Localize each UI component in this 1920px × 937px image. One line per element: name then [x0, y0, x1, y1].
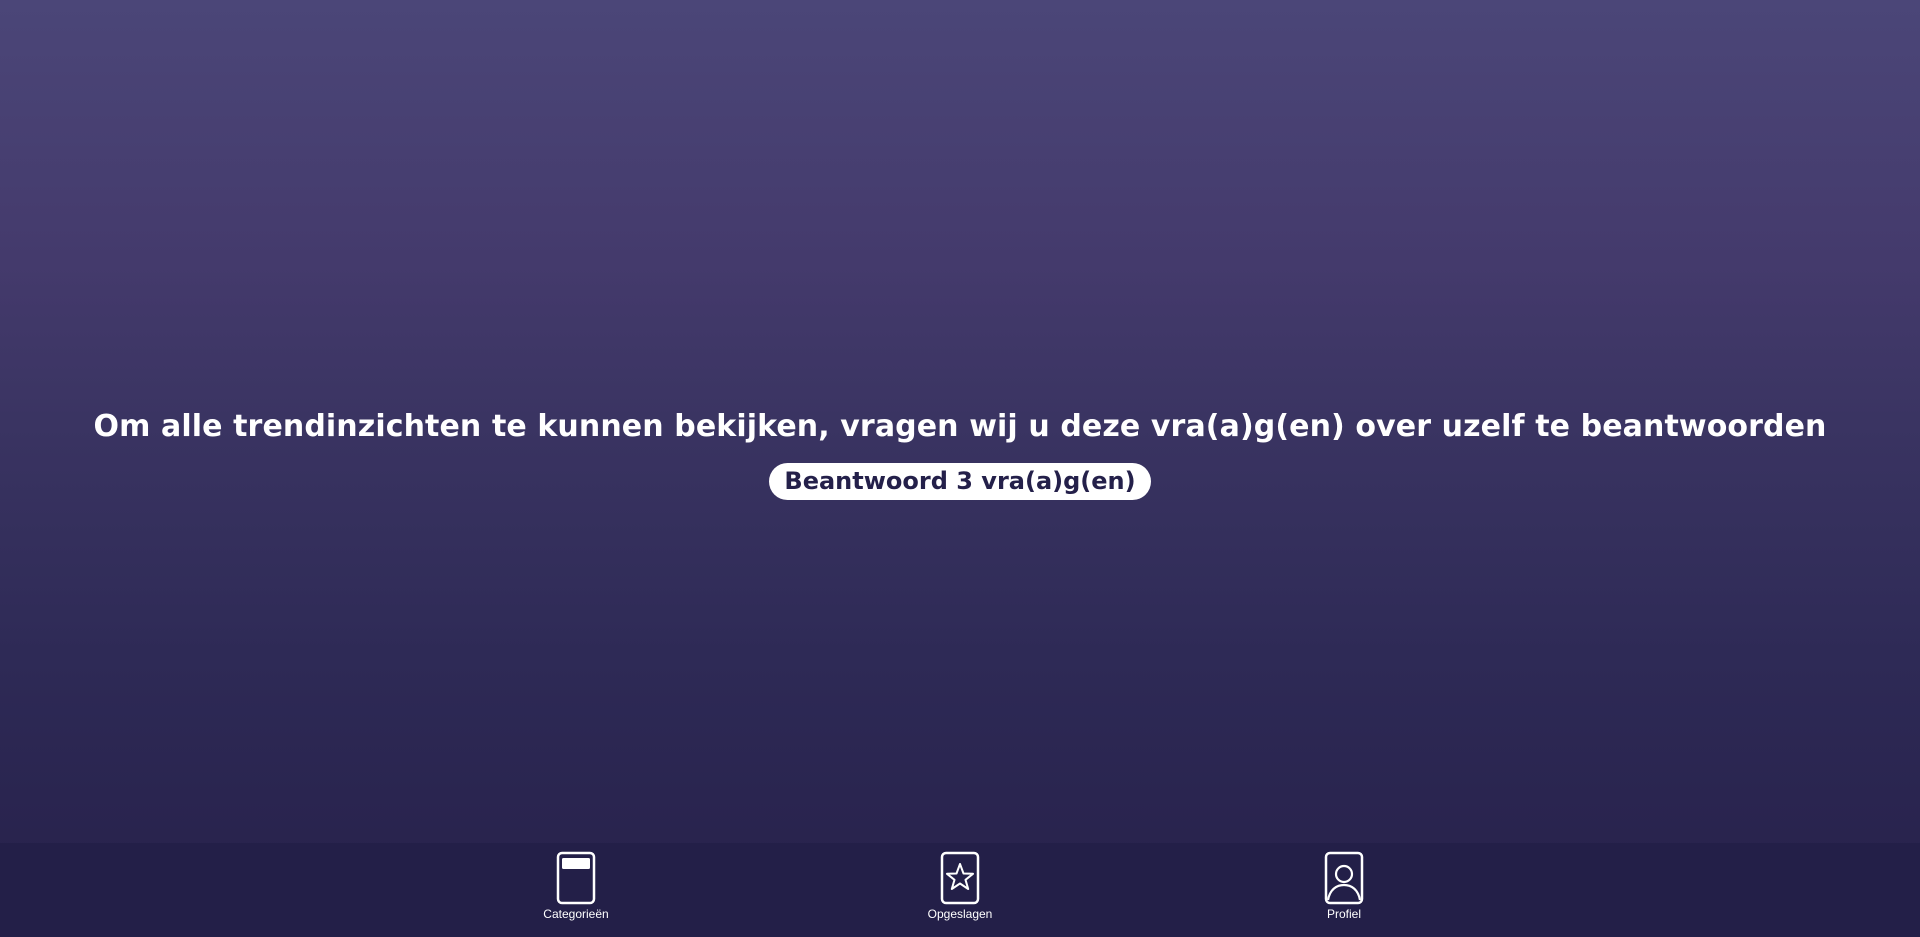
questions-prompt: Om alle trendinzichten te kunnen bekijke…: [93, 409, 1827, 444]
categories-card-icon: [556, 851, 596, 905]
answer-questions-button[interactable]: Beantwoord 3 vra(a)g(en): [769, 463, 1151, 500]
tab-saved[interactable]: Opgeslagen: [880, 851, 1040, 921]
bottom-tab-bar: Categorieën Opgeslagen Profiel: [0, 843, 1920, 937]
answer-questions-section: Om alle trendinzichten te kunnen bekijke…: [0, 406, 1920, 500]
tab-profile[interactable]: Profiel: [1264, 851, 1424, 921]
person-icon: [1324, 851, 1364, 905]
tab-saved-label: Opgeslagen: [927, 907, 993, 921]
tab-categories-label: Categorieën: [543, 907, 609, 921]
star-icon: [940, 851, 980, 905]
tab-profile-label: Profiel: [1326, 907, 1361, 921]
tab-categories[interactable]: Categorieën: [496, 851, 656, 921]
